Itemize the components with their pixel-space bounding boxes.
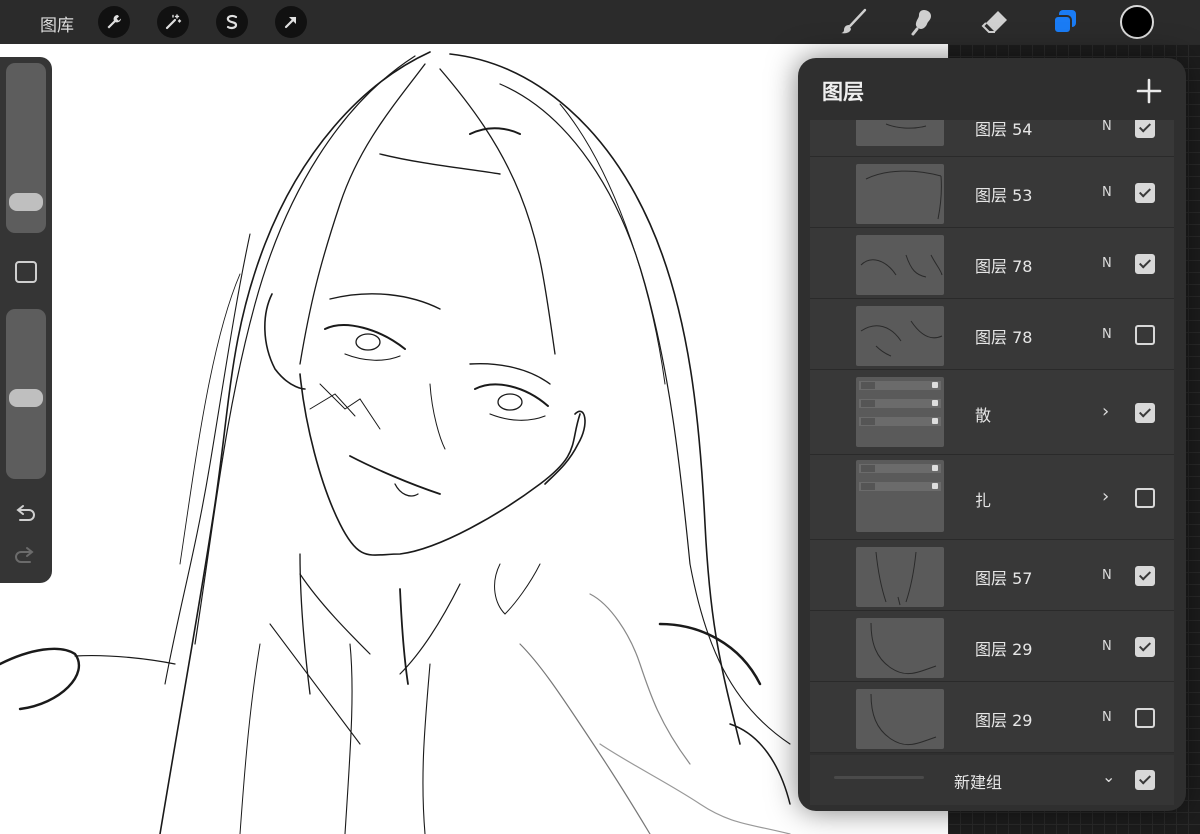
layer-row[interactable]: 图层 29 N bbox=[810, 611, 1174, 682]
layer-row[interactable]: 图层 29 N bbox=[810, 682, 1174, 753]
layer-thumbnail bbox=[856, 164, 944, 224]
new-group-row[interactable]: 新建组 ⌄ bbox=[810, 755, 1174, 805]
blend-mode[interactable]: N bbox=[1102, 639, 1112, 654]
add-layer-button[interactable] bbox=[1134, 76, 1164, 106]
layer-visibility-checkbox[interactable] bbox=[1135, 254, 1155, 274]
wrench-icon[interactable] bbox=[98, 6, 130, 38]
gallery-button[interactable]: 图库 bbox=[40, 11, 74, 36]
opacity-slider[interactable] bbox=[6, 309, 46, 479]
layer-visibility-checkbox[interactable] bbox=[1135, 325, 1155, 345]
layer-name: 图层 78 bbox=[975, 328, 1033, 347]
layers-panel: 图层 图层 54 N 图层 53 N 图层 78 N 图层 78 N 散 › 扎… bbox=[798, 58, 1186, 811]
group-name: 扎 bbox=[975, 491, 992, 510]
redo-icon[interactable] bbox=[12, 545, 38, 567]
layer-group-row[interactable]: 散 › bbox=[810, 370, 1174, 455]
undo-icon[interactable] bbox=[12, 503, 38, 525]
blend-mode[interactable]: N bbox=[1102, 568, 1112, 583]
layer-visibility-checkbox[interactable] bbox=[1135, 637, 1155, 657]
blend-mode[interactable]: N bbox=[1102, 327, 1112, 342]
eraser-icon[interactable] bbox=[978, 5, 1012, 39]
layer-name: 图层 29 bbox=[975, 640, 1033, 659]
smudge-icon[interactable] bbox=[906, 5, 940, 39]
chevron-right-icon[interactable]: › bbox=[1102, 486, 1109, 507]
layer-visibility-checkbox[interactable] bbox=[1135, 403, 1155, 423]
group-visibility-checkbox[interactable] bbox=[1135, 770, 1155, 790]
top-toolbar: 图库 bbox=[0, 0, 1200, 44]
blend-mode[interactable]: N bbox=[1102, 710, 1112, 725]
layer-thumbnail bbox=[856, 235, 944, 295]
modify-button[interactable] bbox=[15, 261, 37, 283]
left-sidebar bbox=[0, 57, 52, 583]
layer-visibility-checkbox[interactable] bbox=[1135, 708, 1155, 728]
blend-mode[interactable]: N bbox=[1102, 185, 1112, 200]
layer-thumbnail bbox=[856, 547, 944, 607]
panel-title: 图层 bbox=[822, 80, 864, 104]
layer-group-row[interactable]: 扎 › bbox=[810, 455, 1174, 540]
group-name: 新建组 bbox=[954, 773, 1003, 792]
layer-name: 图层 57 bbox=[975, 569, 1033, 588]
layer-row[interactable]: 图层 78 N bbox=[810, 299, 1174, 370]
brush-size-knob[interactable] bbox=[9, 193, 43, 211]
blend-mode[interactable]: N bbox=[1102, 120, 1112, 134]
layer-thumbnail bbox=[856, 618, 944, 678]
chevron-right-icon[interactable]: › bbox=[1102, 401, 1109, 422]
group-thumbnail bbox=[856, 377, 944, 447]
layer-name: 图层 53 bbox=[975, 186, 1033, 205]
brush-icon[interactable] bbox=[836, 5, 870, 39]
layer-row[interactable]: 图层 78 N bbox=[810, 228, 1174, 299]
layer-row[interactable]: 图层 57 N bbox=[810, 540, 1174, 611]
layer-name: 图层 29 bbox=[975, 711, 1033, 730]
layer-visibility-checkbox[interactable] bbox=[1135, 120, 1155, 138]
magic-wand-icon[interactable] bbox=[157, 6, 189, 38]
layer-thumbnail bbox=[856, 306, 944, 366]
opacity-knob[interactable] bbox=[9, 389, 43, 407]
layer-row[interactable]: 图层 54 N bbox=[810, 120, 1174, 157]
layer-thumbnail bbox=[856, 689, 944, 749]
chevron-down-icon[interactable]: ⌄ bbox=[1102, 767, 1115, 786]
color-picker-swatch[interactable] bbox=[1120, 5, 1154, 39]
layer-visibility-checkbox[interactable] bbox=[1135, 488, 1155, 508]
group-name: 散 bbox=[975, 406, 992, 425]
layer-visibility-checkbox[interactable] bbox=[1135, 566, 1155, 586]
brush-size-slider[interactable] bbox=[6, 63, 46, 233]
layer-name: 图层 54 bbox=[975, 120, 1033, 139]
layer-visibility-checkbox[interactable] bbox=[1135, 183, 1155, 203]
layer-list: 图层 54 N 图层 53 N 图层 78 N 图层 78 N 散 › 扎 › … bbox=[810, 120, 1174, 754]
blend-mode[interactable]: N bbox=[1102, 256, 1112, 271]
group-indicator-line bbox=[834, 776, 924, 779]
transform-arrow-icon[interactable] bbox=[275, 6, 307, 38]
selection-icon[interactable] bbox=[216, 6, 248, 38]
layer-thumbnail bbox=[856, 120, 944, 146]
layer-row[interactable]: 图层 53 N bbox=[810, 157, 1174, 228]
group-thumbnail bbox=[856, 460, 944, 532]
layers-icon[interactable] bbox=[1048, 5, 1082, 39]
layer-name: 图层 78 bbox=[975, 257, 1033, 276]
